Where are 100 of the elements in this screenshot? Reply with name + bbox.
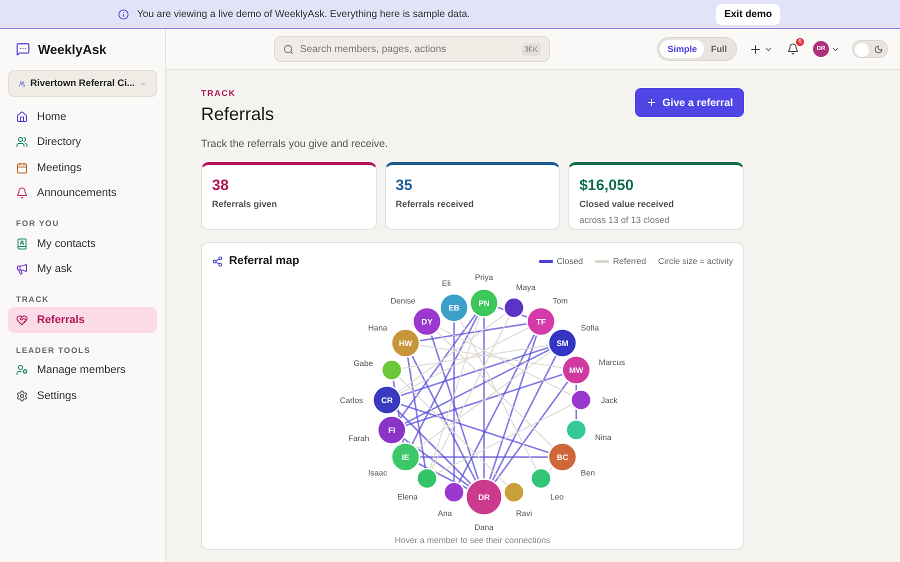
member-node[interactable] [372,385,402,415]
member-name: Gabe [353,359,374,368]
moon-icon [874,44,883,54]
nav-section-heading: TRACK [15,294,50,306]
dark-mode-switch[interactable] [852,40,888,58]
member-name: Sofia [580,324,599,333]
shortcut-hint: ⌘K [522,42,541,56]
stat-value: 35 [396,177,414,194]
card-title: Referral map [229,255,300,267]
view-mode-tab[interactable]: Simple [660,40,704,58]
plus-icon [749,42,762,56]
stat-note: across 13 of 13 closed [579,215,670,225]
chat-bubble-logo-icon [16,42,30,56]
member-node[interactable] [503,297,525,318]
member-node[interactable] [548,328,578,358]
member-node[interactable] [570,389,592,411]
member-node[interactable] [416,468,438,490]
member-name: Ben [580,468,595,478]
member-name: Denise [390,296,416,306]
demo-banner-text: You are viewing a live demo of WeeklyAsk. Everything here is sample data. [137,8,471,20]
member-name: Isaac [368,468,388,478]
member-name: Leo [550,492,564,502]
nav-section-heading: FOR YOU [15,218,60,230]
contact-book-icon [16,238,28,250]
nav-item[interactable]: Meetings [8,155,157,180]
member-node[interactable] [562,355,591,385]
heart-handshake-icon [16,314,28,326]
member-node[interactable] [530,468,552,490]
stat-label: Closed value received [579,199,675,209]
member-name: Farah [348,434,370,443]
member-node[interactable] [469,288,499,318]
nav-item[interactable]: Settings [8,383,157,408]
member-name: Hana [368,324,388,333]
plus-icon [646,97,658,108]
member-initials: MW [569,366,584,376]
nav-item[interactable]: Home [8,104,157,130]
page-subtitle: Track the referrals you give and receive. [201,138,389,150]
member-node[interactable] [381,359,402,381]
member-initials: DY [421,318,433,327]
settings-icon [16,390,28,402]
stat-label: Referrals given [212,199,278,209]
section-eyebrow: TRACK [201,88,237,98]
member-node[interactable] [377,415,406,445]
member-name: Tom [552,296,568,306]
bell-icon [16,187,28,200]
member-name: Jack [601,396,618,405]
search-icon [283,44,294,54]
stat-label: Referrals received [396,199,475,209]
users-icon [19,78,26,88]
info-icon [118,8,129,20]
member-node[interactable] [439,293,469,322]
member-name: Dana [474,523,494,532]
member-name: Ravi [516,509,532,518]
member-node[interactable] [566,419,587,441]
member-node[interactable] [548,442,578,472]
share-nodes-icon [212,256,223,266]
nav-item[interactable]: Directory [8,130,157,155]
member-node[interactable] [443,482,465,503]
nav-item[interactable]: Manage members [8,358,157,383]
member-name: Marcus [598,358,626,367]
member-name: Eli [442,279,451,288]
member-initials: FI [388,426,396,435]
member-name: Maya [516,282,536,292]
users-icon [16,136,28,148]
member-node[interactable] [412,306,442,336]
member-name: Elena [397,492,418,502]
legend-label: Closed [556,256,584,266]
give-referral-button[interactable]: Give a referral [635,88,744,117]
nav-item[interactable]: My contacts [8,231,157,256]
member-name: Ana [438,509,452,518]
legend-label: Circle size = activity [658,256,733,266]
member-initials: SM [556,338,568,348]
member-initials: IE [402,453,410,462]
member-node[interactable] [390,328,420,358]
member-initials: TF [536,318,546,327]
nav-item[interactable]: Referrals [8,307,157,332]
view-mode-tab[interactable]: Full [704,40,734,58]
member-node[interactable] [503,482,525,503]
nav-item[interactable]: My ask [8,256,157,282]
nav-section-heading: LEADER TOOLS [15,344,92,356]
map-hint: Hover a member to see their connections [394,535,552,547]
exit-demo-button[interactable]: Exit demo [716,4,780,24]
member-node[interactable] [526,306,556,336]
member-node[interactable] [465,478,503,516]
stat-value: 38 [212,177,230,194]
member-initials: CR [381,396,393,405]
page-title: Referrals [201,104,274,125]
stat-value: $16,050 [579,177,635,194]
megaphone-icon [16,263,28,276]
search-field[interactable]: Search members, pages, actions ⌘K [274,36,550,62]
user-gear-icon [16,364,28,376]
member-initials: EB [448,304,460,313]
member-name: Nina [594,432,612,442]
home-icon [16,110,28,123]
member-initials: DR [478,493,490,502]
group-picker[interactable]: Rivertown Referral Ci... [8,70,157,97]
member-name: Priya [474,273,494,282]
nav-item[interactable]: Announcements [8,180,157,206]
member-node[interactable] [390,442,420,472]
legend-label: Referred [613,256,646,266]
